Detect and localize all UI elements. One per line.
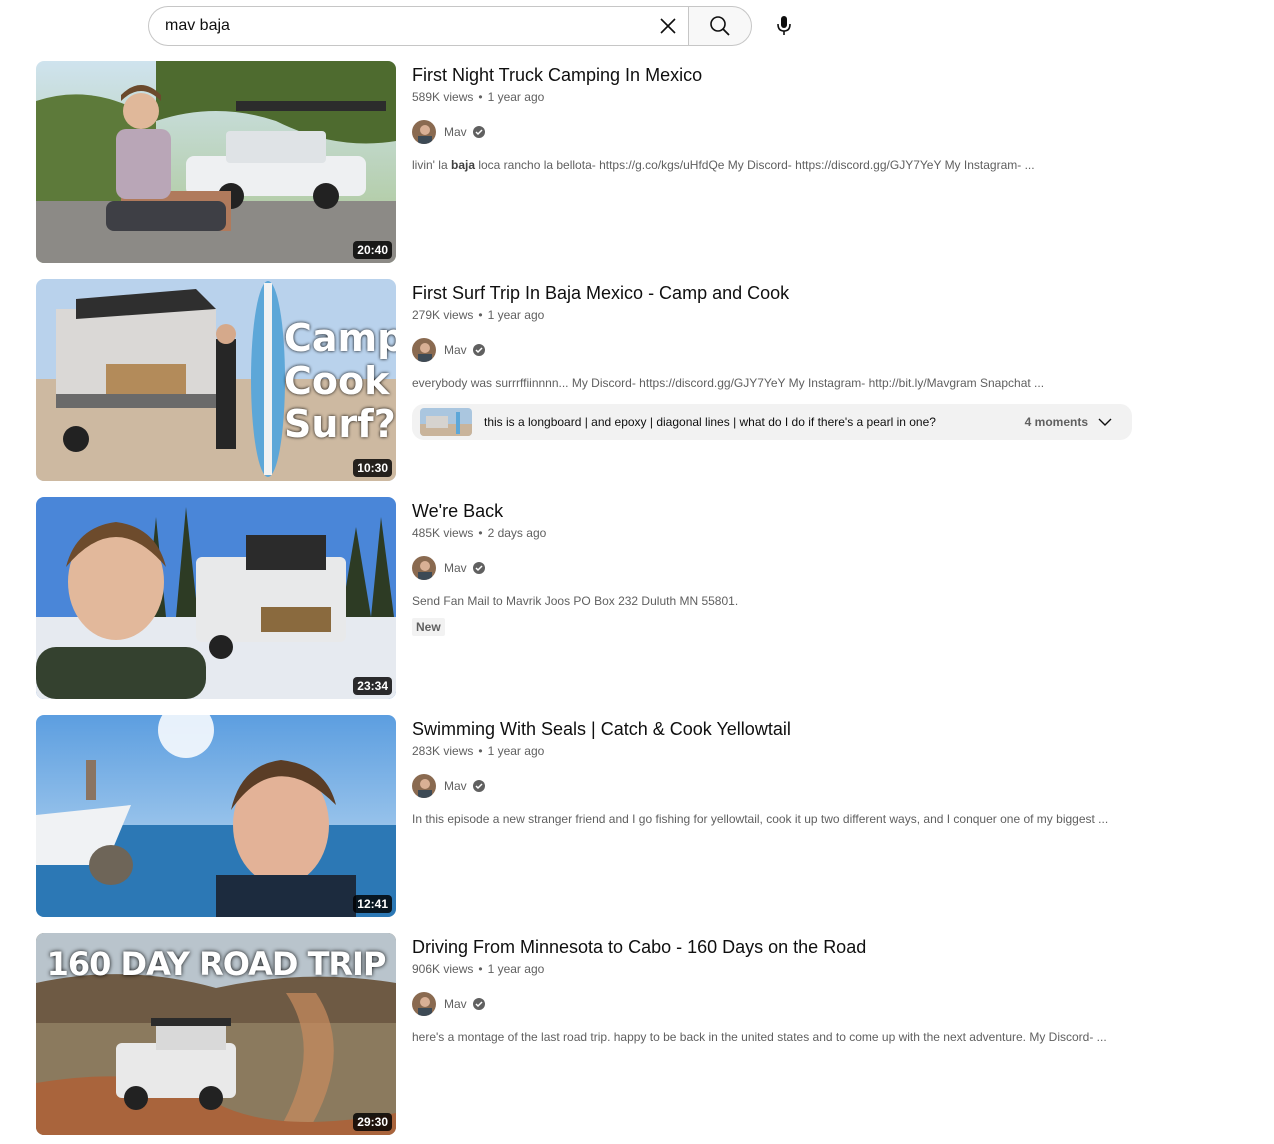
video-title[interactable]: We're Back — [412, 498, 1136, 524]
video-result: 160 DAY ROAD TRIP 29:30 Driving From Min… — [36, 933, 1136, 1135]
meta-separator: • — [478, 962, 483, 976]
search-icon — [710, 16, 730, 36]
upload-age: 1 year ago — [487, 90, 545, 104]
channel-name[interactable]: Mav — [444, 125, 467, 139]
verified-check-icon — [472, 561, 486, 575]
view-count: 279K views — [412, 308, 474, 322]
verified-check-icon — [472, 343, 486, 357]
video-description: livin' la baja loca rancho la bellota- h… — [412, 158, 1035, 172]
channel-name[interactable]: Mav — [444, 343, 467, 357]
video-duration: 29:30 — [353, 1113, 392, 1131]
clear-search-button[interactable] — [652, 10, 684, 42]
channel-avatar[interactable] — [412, 992, 436, 1016]
search-input[interactable] — [165, 17, 652, 35]
video-meta: 485K views • 2 days ago — [412, 524, 1136, 542]
verified-check-icon — [472, 125, 486, 139]
video-description: here's a montage of the last road trip. … — [412, 1030, 1107, 1044]
upload-age: 2 days ago — [487, 526, 547, 540]
moments-count: 4 moments — [1024, 415, 1088, 429]
verified-check-icon — [472, 779, 486, 793]
video-title[interactable]: Swimming With Seals | Catch & Cook Yello… — [412, 716, 1136, 742]
channel-name[interactable]: Mav — [444, 997, 467, 1011]
upload-age: 1 year ago — [487, 962, 545, 976]
video-info: Swimming With Seals | Catch & Cook Yello… — [412, 715, 1136, 828]
video-duration: 20:40 — [353, 241, 392, 259]
channel-link[interactable]: Mav — [412, 120, 1136, 144]
view-count: 283K views — [412, 744, 474, 758]
microphone-icon — [777, 16, 791, 35]
video-thumbnail[interactable]: 20:40 — [36, 61, 396, 263]
meta-separator: • — [478, 90, 483, 104]
thumbnail-caption: 160 DAY ROAD TRIP — [46, 945, 387, 983]
meta-separator: • — [478, 526, 483, 540]
channel-link[interactable]: Mav — [412, 338, 1136, 362]
key-moments[interactable]: this is a longboard | and epoxy | diagon… — [412, 404, 1132, 440]
video-duration: 12:41 — [353, 895, 392, 913]
video-title[interactable]: First Surf Trip In Baja Mexico - Camp an… — [412, 280, 1136, 306]
close-icon — [660, 18, 676, 34]
video-meta: 906K views • 1 year ago — [412, 960, 1136, 978]
channel-link[interactable]: Mav — [412, 556, 1136, 580]
video-description: Send Fan Mail to Mavrik Joos PO Box 232 … — [412, 594, 739, 608]
video-title[interactable]: First Night Truck Camping In Mexico — [412, 62, 1136, 88]
video-info: First Night Truck Camping In Mexico 589K… — [412, 61, 1136, 174]
channel-link[interactable]: Mav — [412, 992, 1136, 1016]
meta-separator: • — [478, 308, 483, 322]
view-count: 906K views — [412, 962, 474, 976]
video-description: In this episode a new stranger friend an… — [412, 812, 1109, 826]
video-meta: 279K views • 1 year ago — [412, 306, 1136, 324]
channel-name[interactable]: Mav — [444, 561, 467, 575]
video-result: 20:40 First Night Truck Camping In Mexic… — [36, 61, 1136, 263]
upload-age: 1 year ago — [487, 308, 545, 322]
channel-avatar[interactable] — [412, 120, 436, 144]
channel-avatar[interactable] — [412, 774, 436, 798]
upload-age: 1 year ago — [487, 744, 545, 758]
view-count: 485K views — [412, 526, 474, 540]
channel-avatar[interactable] — [412, 556, 436, 580]
view-count: 589K views — [412, 90, 474, 104]
video-result: Camp Cook Surf? 10:30 First Surf Trip In… — [36, 279, 1136, 481]
video-thumbnail[interactable]: Camp Cook Surf? 10:30 — [36, 279, 396, 481]
moments-text: this is a longboard | and epoxy | diagon… — [484, 415, 936, 429]
search-box[interactable] — [148, 6, 688, 46]
video-info: We're Back 485K views • 2 days ago Mav Sen… — [412, 497, 1136, 636]
video-duration: 23:34 — [353, 677, 392, 695]
video-title[interactable]: Driving From Minnesota to Cabo - 160 Day… — [412, 934, 1136, 960]
search-button[interactable] — [688, 6, 752, 46]
video-description: everybody was surrrffiinnnn... My Discor… — [412, 376, 1045, 390]
channel-link[interactable]: Mav — [412, 774, 1136, 798]
video-duration: 10:30 — [353, 459, 392, 477]
search-bar — [148, 6, 804, 46]
video-result: 12:41 Swimming With Seals | Catch & Cook… — [36, 715, 1136, 917]
video-info: Driving From Minnesota to Cabo - 160 Day… — [412, 933, 1136, 1046]
video-meta: 589K views • 1 year ago — [412, 88, 1136, 106]
thumbnail-caption: Camp Cook Surf? — [284, 316, 396, 446]
new-badge: New — [412, 618, 445, 636]
video-result: 23:34 We're Back 485K views • 2 days ago M… — [36, 497, 1136, 699]
video-thumbnail[interactable]: 160 DAY ROAD TRIP 29:30 — [36, 933, 396, 1135]
meta-separator: • — [478, 744, 483, 758]
video-info: First Surf Trip In Baja Mexico - Camp an… — [412, 279, 1136, 440]
channel-avatar[interactable] — [412, 338, 436, 362]
voice-search-button[interactable] — [764, 6, 804, 46]
video-meta: 283K views • 1 year ago — [412, 742, 1136, 760]
moment-thumbnail[interactable] — [420, 408, 472, 436]
chevron-down-icon[interactable] — [1098, 415, 1112, 429]
verified-check-icon — [472, 997, 486, 1011]
video-thumbnail[interactable]: 23:34 — [36, 497, 396, 699]
video-thumbnail[interactable]: 12:41 — [36, 715, 396, 917]
channel-name[interactable]: Mav — [444, 779, 467, 793]
